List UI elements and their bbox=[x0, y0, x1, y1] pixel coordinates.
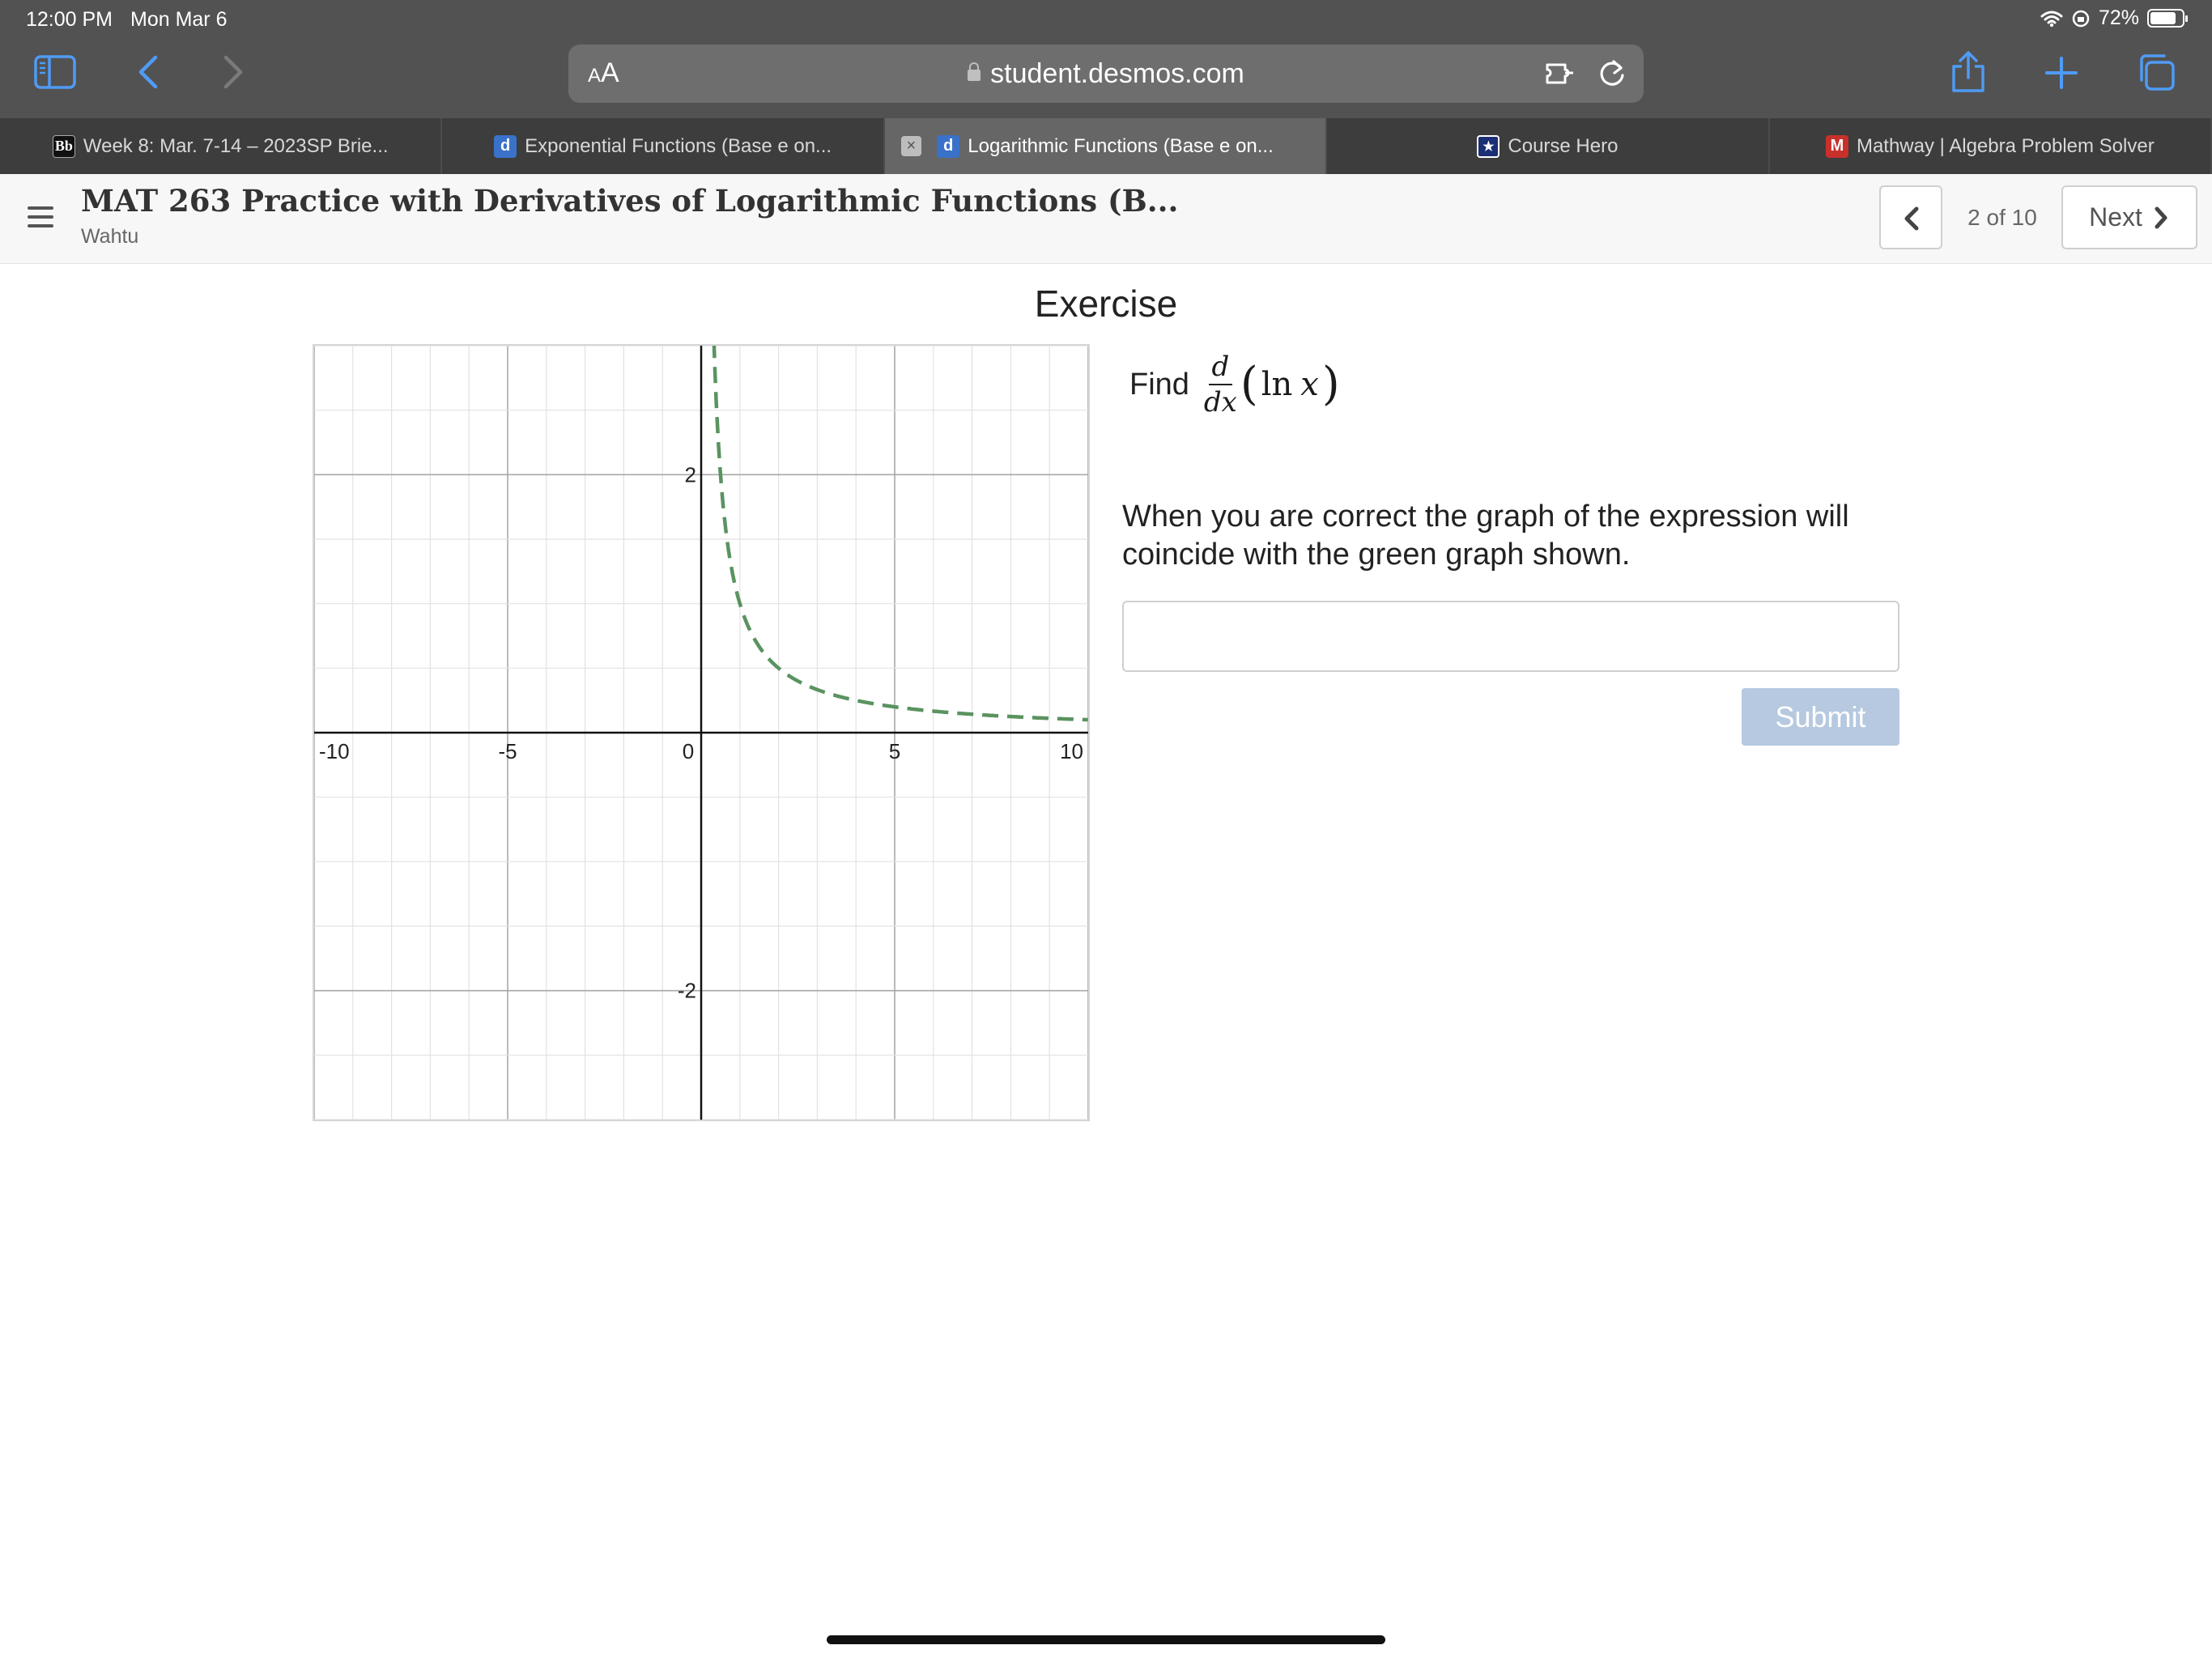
instructions-text: When you are correct the graph of the ex… bbox=[1122, 500, 1849, 572]
fraction-denominator: dx bbox=[1203, 386, 1237, 419]
tab-label: Mathway | Algebra Problem Solver bbox=[1856, 134, 2155, 157]
graph-svg: -10 -5 0 5 10 2 -2 bbox=[314, 346, 1088, 1120]
find-label: Find bbox=[1129, 367, 1189, 402]
activity-subtitle: Wahtu bbox=[81, 225, 139, 248]
status-indicators: 72% bbox=[2040, 6, 2188, 30]
previous-screen-button[interactable] bbox=[1879, 185, 1942, 249]
status-date: Mon Mar 6 bbox=[130, 8, 228, 31]
tab-mathway[interactable]: M Mathway | Algebra Problem Solver bbox=[1770, 118, 2212, 174]
tab-label: Week 8: Mar. 7-14 – 2023SP Brie... bbox=[83, 134, 389, 157]
course-hero-favicon-icon: ★ bbox=[1477, 134, 1500, 158]
extension-icon[interactable] bbox=[1543, 57, 1577, 90]
wifi-icon bbox=[2040, 11, 2063, 27]
derivative-expression: d dx ( ln x ) bbox=[1204, 353, 1343, 416]
mathway-favicon-icon: M bbox=[1825, 134, 1848, 158]
exercise-title: Exercise bbox=[1034, 283, 1178, 325]
home-indicator bbox=[827, 1635, 1385, 1644]
next-screen-button[interactable]: Next bbox=[2061, 185, 2197, 249]
tab-blackboard-week8[interactable]: Bb Week 8: Mar. 7-14 – 2023SP Brie... bbox=[0, 118, 443, 174]
screen-counter: 2 of 10 bbox=[1967, 205, 2037, 230]
answer-input[interactable] bbox=[1122, 601, 1899, 672]
browser-chrome: 12:00 PM Mon Mar 6 72% AA student.desmos… bbox=[0, 0, 2212, 174]
y-tick-label: 2 bbox=[685, 462, 696, 487]
activity-header: MAT 263 Practice with Derivatives of Log… bbox=[0, 174, 2212, 264]
url-text: student.desmos.com bbox=[990, 58, 1244, 89]
tab-strip: Bb Week 8: Mar. 7-14 – 2023SP Brie... d … bbox=[0, 118, 2212, 174]
close-tab-icon[interactable]: × bbox=[900, 136, 921, 156]
variable-x: x bbox=[1300, 366, 1319, 403]
tab-label: Exponential Functions (Base e on... bbox=[525, 134, 832, 157]
tab-exponential-functions[interactable]: d Exponential Functions (Base e on... bbox=[442, 118, 885, 174]
graph-panel[interactable]: -10 -5 0 5 10 2 -2 bbox=[313, 344, 1090, 1121]
tab-label: Course Hero bbox=[1508, 134, 1619, 157]
desmos-favicon-icon: d bbox=[494, 134, 517, 158]
exercise-prompt: Find d dx ( ln x ) bbox=[1129, 348, 1343, 421]
desmos-favicon-icon: d bbox=[937, 134, 960, 158]
forward-icon[interactable] bbox=[219, 53, 248, 91]
battery-percent: 72% bbox=[2098, 6, 2139, 29]
x-tick-label: -5 bbox=[498, 739, 517, 763]
fraction-numerator: d bbox=[1208, 353, 1233, 385]
new-tab-icon[interactable] bbox=[2044, 55, 2079, 91]
close-paren: ) bbox=[1321, 358, 1340, 410]
next-label: Next bbox=[2089, 202, 2142, 232]
status-time: 12:00 PM bbox=[26, 8, 113, 31]
x-tick-label: -10 bbox=[319, 739, 350, 763]
chevron-left-icon bbox=[1904, 206, 1919, 231]
tab-logarithmic-functions[interactable]: × d Logarithmic Functions (Base e on... bbox=[884, 118, 1328, 174]
sidebar-icon[interactable] bbox=[32, 53, 78, 91]
blackboard-favicon-icon: Bb bbox=[52, 134, 75, 158]
function-curve-dashed bbox=[712, 346, 1088, 722]
status-bar: 12:00 PM Mon Mar 6 72% bbox=[0, 0, 2212, 37]
orientation-lock-icon bbox=[2072, 10, 2090, 27]
tab-course-hero[interactable]: ★ Course Hero bbox=[1327, 118, 1770, 174]
chevron-right-icon bbox=[2155, 206, 2167, 228]
share-icon[interactable] bbox=[1950, 50, 1987, 94]
derivative-operator: d dx bbox=[1204, 353, 1237, 416]
address-bar[interactable]: AA student.desmos.com bbox=[568, 45, 1644, 103]
menu-icon[interactable] bbox=[28, 206, 53, 227]
x-tick-label: 5 bbox=[889, 739, 900, 763]
reload-icon[interactable] bbox=[1595, 57, 1629, 91]
y-tick-label: -2 bbox=[678, 979, 696, 1003]
lock-icon bbox=[968, 62, 981, 81]
submit-button[interactable]: Submit bbox=[1742, 688, 1899, 746]
tab-label: Logarithmic Functions (Base e on... bbox=[968, 134, 1274, 157]
battery-icon bbox=[2147, 9, 2188, 28]
back-icon[interactable] bbox=[134, 53, 163, 91]
tab-overview-icon[interactable] bbox=[2136, 52, 2176, 92]
open-paren: ( bbox=[1240, 358, 1258, 410]
x-tick-label: 10 bbox=[1060, 739, 1083, 763]
x-tick-label: 0 bbox=[683, 739, 694, 763]
url-field[interactable]: student.desmos.com bbox=[568, 58, 1644, 90]
activity-title: MAT 263 Practice with Derivatives of Log… bbox=[81, 183, 1179, 219]
ln-function: ln bbox=[1261, 366, 1293, 403]
